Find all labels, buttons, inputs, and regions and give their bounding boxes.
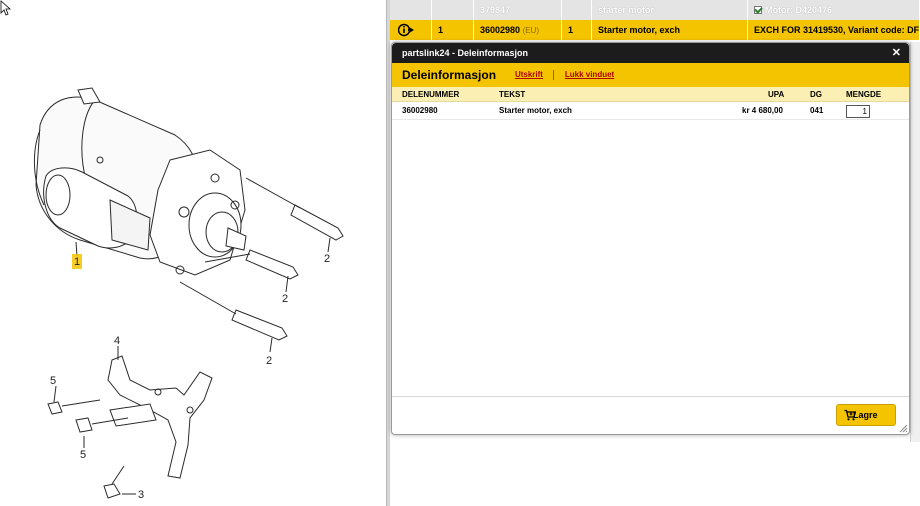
callout-2a[interactable]: 2: [324, 253, 330, 265]
row-note: EXCH FOR 31419530, Variant code: DF0: [748, 20, 920, 40]
cell-part-no: 36002980: [402, 106, 438, 115]
row-motor: Motor: D420476: [748, 0, 920, 20]
part-info-dialog: partslink24 - Deleinformasjon ✕ Deleinfo…: [391, 42, 910, 435]
quantity-input[interactable]: [846, 105, 870, 118]
panel-divider[interactable]: [386, 0, 390, 506]
dialog-title-bar[interactable]: partslink24 - Deleinformasjon ✕: [392, 43, 909, 63]
col-price: UPA: [768, 90, 785, 99]
callout-2c[interactable]: 2: [266, 355, 272, 367]
link-separator: [553, 70, 555, 80]
callout-4[interactable]: 4: [114, 335, 120, 347]
row-qty: 1: [562, 20, 592, 40]
cell-text: Starter motor, exch: [499, 106, 572, 115]
info-button[interactable]: [390, 20, 432, 40]
col-dg: DG: [810, 90, 822, 99]
row-name: starter motor: [592, 0, 748, 20]
cart-icon: [844, 409, 856, 421]
starter-motor-drawing: [33, 87, 344, 353]
dialog-header: Deleinformasjon Utskrift Lukk vinduet: [392, 63, 909, 87]
row-name: Starter motor, exch: [592, 20, 748, 40]
info-arrow-icon: [398, 23, 414, 37]
table-row-selected[interactable]: 1 36002980 (EU) 1 Starter motor, exch EX…: [390, 20, 920, 40]
row-partno: 36002980 (EU): [474, 20, 562, 40]
row-ref: 379847: [474, 0, 562, 20]
print-link[interactable]: Utskrift: [515, 63, 543, 87]
save-label: Lagre: [853, 410, 878, 420]
col-qty: MENGDE: [846, 90, 882, 99]
callout-3[interactable]: 3: [138, 489, 144, 501]
resize-grip-icon[interactable]: [899, 424, 908, 433]
background-scrollbar[interactable]: [910, 42, 920, 442]
callout-5b[interactable]: 5: [80, 449, 86, 461]
callout-1[interactable]: 1: [74, 256, 80, 268]
save-button[interactable]: Lagre: [836, 404, 896, 426]
mouse-cursor-icon: [0, 0, 12, 16]
close-icon[interactable]: ✕: [892, 43, 901, 63]
table-row: 36002980 Starter motor, exch kr 4 680,00…: [392, 102, 909, 120]
cell-price: kr 4 680,00: [742, 106, 783, 115]
cell-dg: 041: [810, 106, 824, 115]
parts-diagram: 1 2 2 2 4 5 5 3: [0, 0, 386, 506]
callout-5a[interactable]: 5: [50, 375, 56, 387]
dialog-footer: Lagre: [392, 396, 909, 434]
table-row[interactable]: 379847 starter motor Motor: D420476: [390, 0, 920, 20]
dialog-heading: Deleinformasjon: [402, 68, 497, 82]
app-root: 1 2 2 2 4 5 5 3 379847 starter motor Mot…: [0, 0, 920, 506]
checkbox-checked-icon[interactable]: [754, 6, 762, 14]
col-part-no: DELENUMMER: [402, 90, 460, 99]
bracket-drawing: [47, 346, 213, 499]
exploded-view-drawing: 1 2 2 2 4 5 5 3: [0, 0, 344, 501]
close-window-link[interactable]: Lukk vinduet: [565, 63, 614, 87]
row-pos: 1: [432, 20, 474, 40]
callout-2b[interactable]: 2: [282, 293, 288, 305]
dialog-table-header: DELENUMMER TEKST UPA DG MENGDE: [392, 87, 909, 102]
col-text: TEKST: [499, 90, 526, 99]
dialog-title: partslink24 - Deleinformasjon: [402, 48, 529, 58]
